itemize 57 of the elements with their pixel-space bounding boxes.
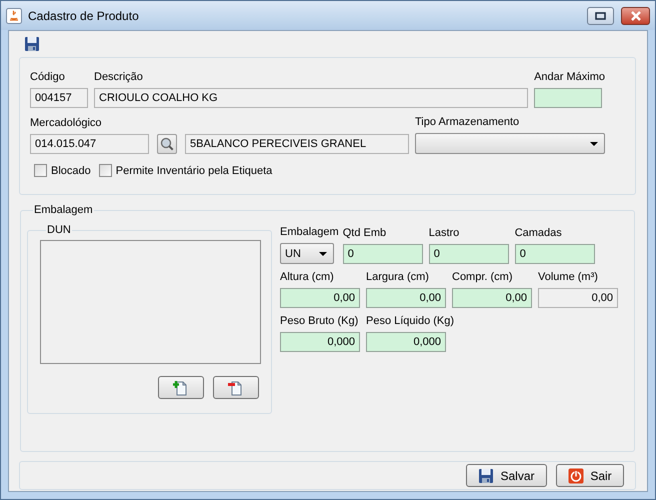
field-label: Embalagem xyxy=(280,225,339,239)
field-label: Volume (m³) xyxy=(538,270,599,284)
close-icon xyxy=(630,10,642,20)
input-field[interactable] xyxy=(534,88,602,108)
input-field[interactable]: 0,00 xyxy=(538,288,618,308)
input-field[interactable]: 0,000 xyxy=(280,332,360,352)
checkbox-label[interactable]: Blocado xyxy=(51,164,91,176)
save-icon xyxy=(478,468,494,484)
checkbox[interactable] xyxy=(34,164,47,177)
checkbox[interactable] xyxy=(98,164,112,177)
search-icon xyxy=(160,137,174,151)
input-field[interactable]: 0 xyxy=(342,244,423,264)
restore-button[interactable] xyxy=(587,6,614,24)
app-icon xyxy=(6,8,22,24)
input-field[interactable]: CRIOULO COALHO KG xyxy=(94,88,528,108)
group-title: Embalagem xyxy=(33,204,94,216)
field-label: Código xyxy=(30,70,66,84)
group-title: DUN xyxy=(46,224,72,236)
restore-icon xyxy=(595,12,606,20)
caret-icon xyxy=(319,252,327,256)
field-label: Lastro xyxy=(428,226,460,240)
save-button[interactable]: Salvar xyxy=(466,464,547,487)
list-box[interactable] xyxy=(40,240,261,364)
checkbox-label[interactable]: Permite Inventário pela Etiqueta xyxy=(116,164,272,176)
field-label: Largura (cm) xyxy=(366,270,430,284)
dropdown[interactable] xyxy=(415,133,605,154)
dropdown[interactable]: UN xyxy=(280,243,334,264)
input-field[interactable]: 0,00 xyxy=(452,288,532,308)
input-field[interactable]: 0,00 xyxy=(366,288,446,308)
field-label: Peso Líquido (Kg) xyxy=(366,314,454,328)
close-button[interactable] xyxy=(621,6,650,24)
field-label: Compr. (cm) xyxy=(452,270,514,284)
input-field[interactable]: 0,000 xyxy=(366,332,446,352)
input-field[interactable]: 0,00 xyxy=(280,288,360,308)
remove-button[interactable] xyxy=(213,376,259,399)
field-label: Tipo Armazenamento xyxy=(415,115,520,129)
search-button[interactable] xyxy=(157,134,177,154)
add-document-icon xyxy=(173,380,189,396)
field-label: Peso Bruto (Kg) xyxy=(280,314,360,328)
input-field[interactable]: 004157 xyxy=(30,88,88,108)
field-label: Mercadológico xyxy=(30,116,103,130)
input-field[interactable]: 5BALANCO PERECIVEIS GRANEL xyxy=(185,134,409,154)
field-label: Andar Máximo xyxy=(534,70,605,84)
window-title: Cadastro de Produto xyxy=(28,8,140,22)
field-label: Qtd Emb xyxy=(342,226,388,240)
field-label: Altura (cm) xyxy=(280,270,335,284)
field-label: Camadas xyxy=(514,226,563,240)
caret-icon xyxy=(590,142,598,146)
input-field[interactable]: 0 xyxy=(514,244,595,264)
input-field[interactable]: 014.015.047 xyxy=(30,134,149,154)
add-button[interactable] xyxy=(158,376,204,399)
remove-document-icon xyxy=(228,380,244,396)
input-field[interactable]: 0 xyxy=(428,244,509,264)
exit-button[interactable]: Sair xyxy=(556,464,624,487)
power-icon xyxy=(568,468,584,484)
save-icon[interactable] xyxy=(24,36,40,52)
field-label: Descrição xyxy=(94,70,144,84)
